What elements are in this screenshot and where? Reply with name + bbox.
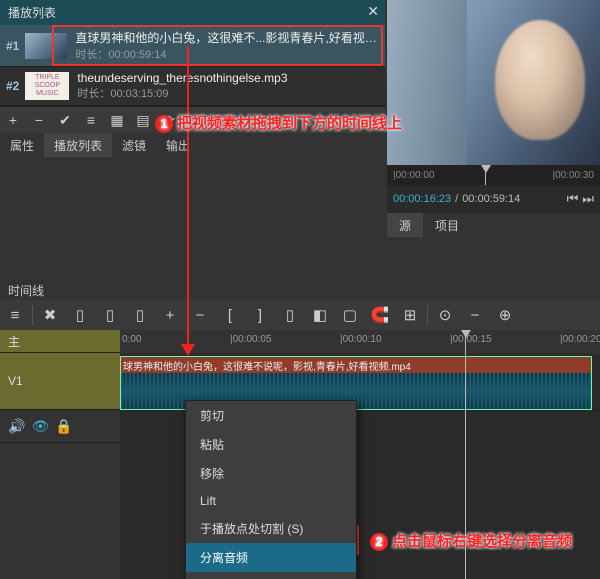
- annotation-2-text: 点击鼠标右键选择分离音频: [392, 533, 572, 550]
- ctx-paste[interactable]: 粘贴: [186, 430, 356, 459]
- video-preview[interactable]: [387, 0, 600, 165]
- track-label: V1: [8, 374, 112, 388]
- preview-ruler[interactable]: |00:00:00 |00:00:30: [387, 165, 600, 185]
- ctx-cut[interactable]: 剪切: [186, 401, 356, 430]
- ctx-split[interactable]: 于播放点处切割 (S): [186, 514, 356, 543]
- ruler-tick: |00:00:20: [560, 334, 600, 345]
- split-icon[interactable]: ▯: [275, 300, 305, 330]
- ctx-lift[interactable]: Lift: [186, 488, 356, 514]
- tab-source[interactable]: 源: [387, 213, 423, 237]
- thumbnail-video: [25, 33, 67, 59]
- add-icon[interactable]: +: [155, 300, 185, 330]
- preview-tabs: 源 项目: [387, 213, 600, 237]
- zoom-out-icon[interactable]: ⊙: [430, 300, 460, 330]
- tab-output[interactable]: 输出: [156, 133, 200, 157]
- timeline-title: 时间线: [8, 284, 44, 298]
- tab-properties[interactable]: 属性: [0, 133, 44, 157]
- annotation-badge-1: 1: [155, 115, 173, 133]
- thumbnail-audio: TRIPLE SCOOP MUSIC: [25, 72, 69, 100]
- ruler-tick: 0:00: [122, 334, 141, 345]
- clip-label: 球男神和他的小白兔，这很难不说呢，影视,青春片,好看视频.mp4: [121, 357, 591, 374]
- ctx-rebuild-wave[interactable]: 重建音频波形: [186, 572, 356, 579]
- zoom-in-icon[interactable]: ⊕: [490, 300, 520, 330]
- check-button[interactable]: ✔: [52, 107, 78, 133]
- ruler-tick: |00:00:30: [552, 170, 594, 181]
- ctx-detach-audio[interactable]: 分离音频: [186, 543, 356, 572]
- playlist-body: #1 直球男神和他的小白兔，这很难不...影视青春片,好看视频.mp4 时长：0…: [0, 25, 385, 106]
- ripple-icon[interactable]: ⊞: [395, 300, 425, 330]
- context-menu: 剪切 粘贴 移除 Lift 于播放点处切割 (S) 分离音频 重建音频波形 属性: [185, 400, 357, 579]
- track-header-v1[interactable]: V1: [0, 353, 120, 410]
- skip-next-icon[interactable]: ⏭: [582, 191, 594, 207]
- playlist-item[interactable]: #2 TRIPLE SCOOP MUSIC theundeserving_the…: [0, 67, 385, 106]
- playlist-item-duration: 时长：00:03:15:09: [77, 85, 379, 101]
- arrow-1-head-icon: [181, 344, 195, 356]
- add-button[interactable]: +: [0, 107, 26, 133]
- playlist-header: 播放列表 ✕: [0, 0, 385, 25]
- playlist-panel: 播放列表 ✕ #1 直球男神和他的小白兔，这很难不...影视青春片,好看视频.m…: [0, 0, 385, 157]
- magnet-icon[interactable]: 🧲: [365, 300, 395, 330]
- eye-icon[interactable]: 👁: [31, 418, 49, 435]
- track-controls: 🔊 👁 🔒: [0, 410, 120, 443]
- track-headers: 主 V1 🔊 👁 🔒: [0, 330, 120, 579]
- copy-icon[interactable]: ▯: [65, 300, 95, 330]
- annotation-1: 1把视频素材拖拽到下方的时间线上: [155, 112, 402, 133]
- grid-button[interactable]: ▦: [104, 107, 130, 133]
- mark-in-icon[interactable]: [: [215, 300, 245, 330]
- master-track-header[interactable]: 主: [0, 330, 120, 353]
- lock-icon[interactable]: 🔒: [55, 418, 72, 435]
- playlist-tabbar: 属性 播放列表 滤镜 输出: [0, 133, 385, 157]
- ruler-tick: |00:00:00: [393, 170, 435, 181]
- annotation-2: 2点击鼠标右键选择分离音频: [370, 530, 572, 551]
- annotation-badge-2: 2: [370, 533, 388, 551]
- remove-icon[interactable]: −: [185, 300, 215, 330]
- playlist-title: 播放列表: [8, 6, 56, 20]
- playlist-item[interactable]: #1 直球男神和他的小白兔，这很难不...影视青春片,好看视频.mp4 时长：0…: [0, 25, 385, 67]
- paste-icon[interactable]: ▯: [95, 300, 125, 330]
- ruler-tick: |00:00:05: [230, 334, 272, 345]
- playlist-item-duration: 时长：00:00:59:14: [75, 46, 379, 62]
- playlist-item-title: 直球男神和他的小白兔，这很难不...影视青春片,好看视频.mp4: [75, 29, 379, 46]
- timeline-toolbar: ≡ ✖ ▯ ▯ ▯ + − [ ] ▯ ◧ ▢ 🧲 ⊞ ⊙ − ⊕: [0, 300, 600, 330]
- cut-icon[interactable]: ✖: [35, 300, 65, 330]
- playlist-item-title: theundeserving_theresnothingelse.mp3: [77, 71, 379, 85]
- remove-button[interactable]: −: [26, 107, 52, 133]
- list-button[interactable]: ≡: [78, 107, 104, 133]
- speaker-icon[interactable]: 🔊: [8, 418, 25, 435]
- tab-project[interactable]: 项目: [423, 213, 471, 237]
- skip-prev-icon[interactable]: ⏮: [567, 191, 579, 207]
- zoom-fit-icon[interactable]: −: [460, 300, 490, 330]
- tab-filters[interactable]: 滤镜: [112, 133, 156, 157]
- time-total: 00:00:59:14: [462, 193, 520, 205]
- paste2-icon[interactable]: ▯: [125, 300, 155, 330]
- ruler-tick: |00:00:10: [340, 334, 382, 345]
- close-icon[interactable]: ✕: [367, 3, 379, 20]
- detail-button[interactable]: ▤: [130, 107, 156, 133]
- playlist-index: #1: [6, 39, 19, 53]
- mark-out-icon[interactable]: ]: [245, 300, 275, 330]
- tab-playlist[interactable]: 播放列表: [44, 133, 112, 157]
- menu-icon[interactable]: ≡: [0, 300, 30, 330]
- playlist-index: #2: [6, 79, 19, 93]
- arrow-1-line: [187, 46, 189, 346]
- transport-bar: 00:00:16:23 / 00:00:59:14 ⏮ ⏭: [387, 185, 600, 213]
- annotation-1-text: 把视频素材拖拽到下方的时间线上: [177, 115, 402, 132]
- master-label: 主: [8, 333, 112, 350]
- preview-panel: |00:00:00 |00:00:30 00:00:16:23 / 00:00:…: [387, 0, 600, 237]
- tool-a-icon[interactable]: ◧: [305, 300, 335, 330]
- time-current: 00:00:16:23: [393, 193, 451, 205]
- preview-playhead[interactable]: [485, 165, 486, 185]
- snap-icon[interactable]: ▢: [335, 300, 365, 330]
- ctx-remove[interactable]: 移除: [186, 459, 356, 488]
